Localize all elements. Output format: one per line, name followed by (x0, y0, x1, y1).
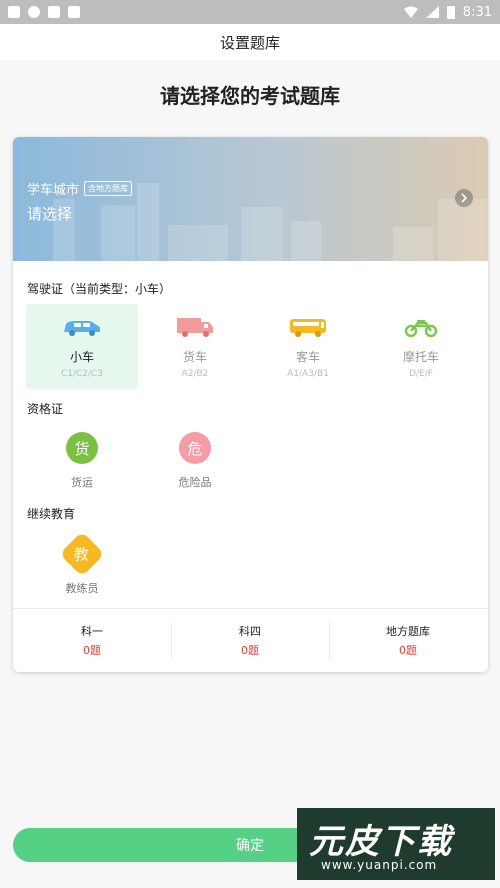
city-label: 学车城市 (27, 183, 80, 198)
license-name: 客车 (295, 350, 320, 364)
license-option-truck[interactable]: 货车 A2/B2 (139, 304, 251, 389)
watermark-url: www.yuanpi.com (321, 858, 438, 872)
stat-subject-one[interactable]: 科一 0题 (13, 623, 171, 659)
instructor-icon: 教 (59, 531, 105, 577)
qualification-option-hazmat[interactable]: 危 危险品 (139, 432, 251, 494)
stat-local-bank[interactable]: 地方题库 0题 (329, 623, 487, 659)
question-bank-card: 学车城市 含地方题库 请选择 驾驶证（当前类型：小车） 小车 C1/C2/C3 … (13, 137, 488, 672)
license-classes: D/E/F (409, 369, 433, 379)
hazmat-icon: 危 (179, 432, 211, 464)
stat-label: 科四 (239, 625, 261, 638)
license-classes: A1/A3/B1 (287, 369, 329, 379)
status-time: 8:31 (462, 4, 492, 20)
qualification-section-title: 资格证 (27, 402, 64, 416)
city-select[interactable]: 请选择 (27, 203, 72, 224)
license-option-bus[interactable]: 客车 A1/A3/B1 (252, 304, 364, 389)
main-heading: 请选择您的考试题库 (160, 84, 340, 108)
license-name: 货车 (182, 350, 207, 364)
battery-icon (446, 5, 455, 19)
license-section-title: 驾驶证（当前类型：小车） (27, 282, 172, 296)
page-title: 设置题库 (219, 33, 280, 52)
license-option-motorcycle[interactable]: 摩托车 D/E/F (365, 304, 477, 389)
wifi-icon (403, 6, 418, 18)
category-label: 危险品 (178, 476, 212, 489)
divider (13, 608, 488, 609)
stat-value: 0题 (241, 644, 259, 657)
license-option-car[interactable]: 小车 C1/C2/C3 (26, 304, 138, 389)
stat-label: 地方题库 (386, 625, 430, 638)
truck-icon (177, 318, 213, 337)
signal-icon (425, 6, 439, 18)
freight-icon: 货 (66, 432, 98, 464)
stat-value: 0题 (399, 644, 417, 657)
image-icon (48, 6, 60, 18)
license-classes: A2/B2 (181, 369, 209, 379)
education-option-instructor[interactable]: 教 教练员 (26, 531, 138, 600)
city-row: 学车城市 含地方题库 (27, 179, 133, 198)
watermark: 元皮下载 www.yuanpi.com (297, 808, 495, 880)
font-icon (68, 6, 80, 18)
motorcycle-icon (404, 320, 438, 338)
license-name: 摩托车 (402, 350, 439, 364)
chevron-right-icon[interactable] (455, 189, 473, 207)
stat-subject-four[interactable]: 科四 0题 (171, 623, 329, 659)
qualification-option-freight[interactable]: 货 货运 (26, 432, 138, 494)
notification-icon (8, 6, 20, 18)
bus-icon (290, 319, 326, 337)
local-bank-tag: 含地方题库 (84, 181, 133, 196)
title-bar: 设置题库 (0, 24, 500, 60)
instructor-glyph: 教 (74, 545, 90, 564)
license-classes: C1/C2/C3 (60, 369, 104, 379)
license-name: 小车 (69, 350, 94, 364)
education-section-title: 继续教育 (27, 507, 76, 521)
watermark-text: 元皮下载 (309, 822, 453, 862)
city-banner[interactable]: 学车城市 含地方题库 请选择 (13, 137, 488, 261)
status-bar: 8:31 (0, 0, 500, 24)
stat-value: 0题 (83, 644, 101, 657)
car-icon (64, 321, 100, 336)
stat-label: 科一 (81, 625, 103, 638)
sync-icon (28, 6, 40, 18)
category-label: 教练员 (65, 582, 99, 595)
category-label: 货运 (71, 476, 93, 489)
